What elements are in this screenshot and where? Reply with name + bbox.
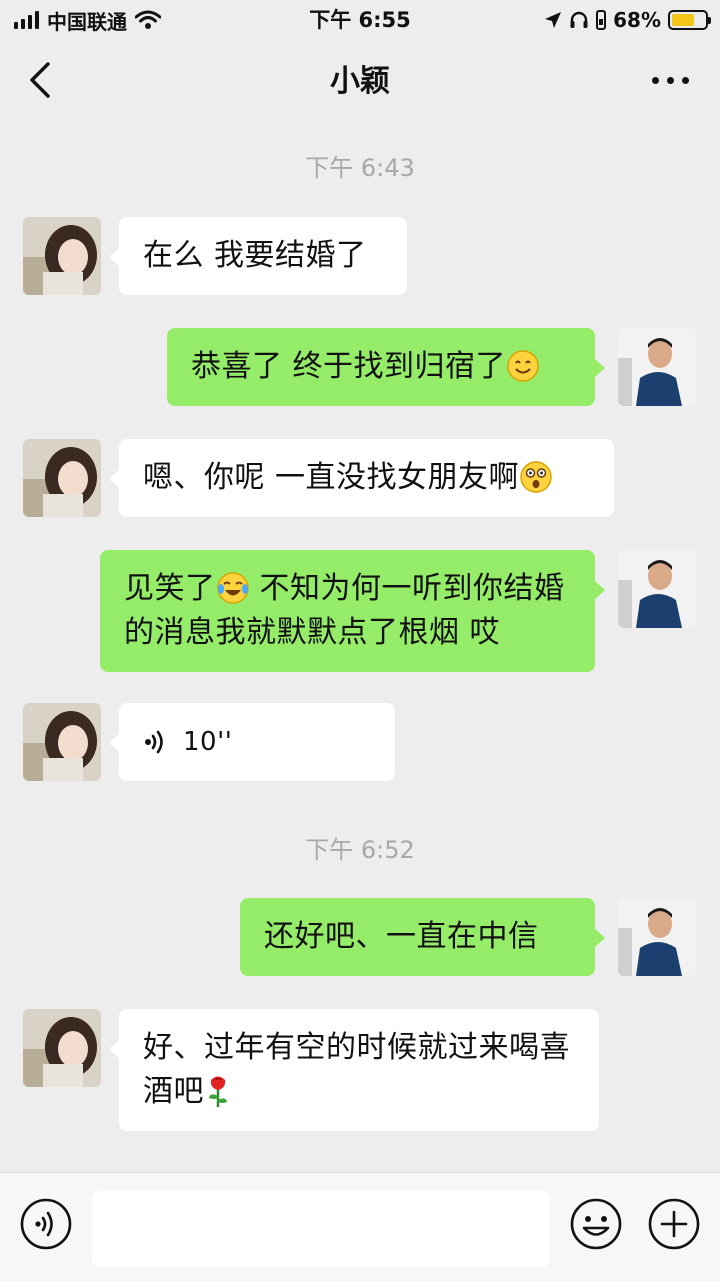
orientation-lock-icon xyxy=(596,10,607,30)
laugh-cry-emoji xyxy=(216,572,249,604)
avatar-contact[interactable] xyxy=(23,217,101,295)
avatar-contact[interactable] xyxy=(23,1009,101,1087)
battery-charging-icon xyxy=(668,10,711,30)
message-bubble-outgoing[interactable]: 见笑了 不知为何一听到你结婚的消息我就默默点了根烟 哎 xyxy=(100,550,605,672)
status-bar: 中国联通 下午 6:55 68% xyxy=(0,0,720,40)
avatar-self[interactable] xyxy=(618,550,696,628)
chat-title: 小颖 xyxy=(330,64,390,99)
input-bar xyxy=(0,1172,720,1281)
avatar-self[interactable] xyxy=(618,328,696,406)
avatar-contact[interactable] xyxy=(23,439,101,517)
message-text: 见笑了 xyxy=(124,571,216,606)
surprised-emoji xyxy=(520,461,552,493)
message-bubble-outgoing[interactable]: 还好吧、一直在中信 xyxy=(240,898,605,976)
message-text: 在么 我要结婚了 xyxy=(143,238,367,273)
message-bubble-incoming[interactable]: 嗯、你呢 一直没找女朋友啊 xyxy=(109,439,614,517)
voice-duration: 10'' xyxy=(183,727,233,757)
avatar-self[interactable] xyxy=(618,898,696,976)
rose-emoji xyxy=(209,1076,227,1107)
message-text: 还好吧、一直在中信 xyxy=(264,919,539,954)
message-bubble-incoming[interactable]: 在么 我要结婚了 xyxy=(109,217,407,295)
message-input[interactable] xyxy=(92,1191,550,1267)
voice-input-icon[interactable] xyxy=(19,1197,73,1251)
message-text: 恭喜了 终于找到归宿了 xyxy=(191,349,507,384)
voice-wave-icon xyxy=(145,730,163,754)
message-bubble-incoming[interactable]: 好、过年有空的时候就过来喝喜酒吧 xyxy=(109,1009,599,1131)
voice-message-bubble[interactable]: 10'' xyxy=(109,703,395,781)
more-dots-icon[interactable] xyxy=(650,72,690,88)
headphones-icon xyxy=(570,11,588,28)
add-icon[interactable] xyxy=(647,1197,701,1251)
avatar-contact[interactable] xyxy=(23,703,101,781)
location-icon xyxy=(545,12,562,28)
chat-header: 小颖 xyxy=(0,40,720,122)
smile-emoji xyxy=(507,350,539,382)
emoji-icon[interactable] xyxy=(569,1197,623,1251)
timestamp: 下午 6:52 xyxy=(305,836,415,864)
battery-percent: 68% xyxy=(613,8,661,32)
message-bubble-outgoing[interactable]: 恭喜了 终于找到归宿了 xyxy=(167,328,605,406)
message-text: 嗯、你呢 一直没找女朋友啊 xyxy=(143,460,520,495)
timestamp: 下午 6:43 xyxy=(305,154,415,182)
